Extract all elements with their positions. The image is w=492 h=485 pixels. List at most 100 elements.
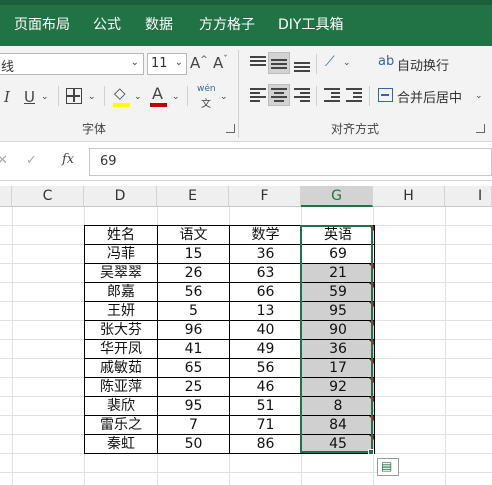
underline-dropdown-icon[interactable]: ⌄ [41, 92, 49, 102]
cell-chinese[interactable]: 50 [157, 434, 230, 454]
tab-formulas[interactable]: 公式 [93, 14, 121, 34]
cell-name[interactable]: 雷乐之 [84, 415, 158, 435]
merge-center-icon[interactable] [378, 88, 393, 102]
align-center-button[interactable] [268, 84, 290, 106]
align-top-icon[interactable] [250, 56, 266, 70]
cell-english[interactable]: 92 [301, 377, 375, 397]
column-header-g[interactable]: G [301, 186, 373, 207]
fill-handle[interactable] [368, 449, 374, 455]
cell-name[interactable]: 郎嘉 [84, 282, 158, 302]
column-header-i[interactable]: I [445, 186, 492, 207]
cell-chinese[interactable]: 5 [157, 301, 230, 321]
cell-english[interactable]: 21 [301, 263, 375, 283]
borders-icon[interactable] [66, 88, 82, 104]
orientation-icon[interactable]: ⟋ [325, 54, 335, 70]
cell-chinese[interactable]: 65 [157, 358, 230, 378]
cell-name[interactable]: 秦虹 [84, 434, 158, 454]
font-name-box[interactable]: 线 ⌄ [0, 53, 144, 75]
cell-name[interactable]: 裴欣 [84, 396, 158, 416]
increase-indent-icon[interactable] [346, 88, 362, 102]
cell-math[interactable]: 86 [229, 434, 302, 454]
cell-english[interactable]: 84 [301, 415, 375, 435]
column-header-c[interactable]: C [12, 186, 84, 207]
align-left-icon[interactable] [250, 88, 266, 102]
column-header-e[interactable]: E [157, 186, 229, 207]
tab-page-layout[interactable]: 页面布局 [14, 14, 70, 34]
cell-chinese[interactable]: 96 [157, 320, 230, 340]
enter-icon[interactable]: ✓ [26, 153, 37, 168]
cell-math[interactable]: 71 [229, 415, 302, 435]
cell-chinese[interactable]: 26 [157, 263, 230, 283]
cell-math[interactable]: 49 [229, 339, 302, 359]
cell-chinese[interactable]: 41 [157, 339, 230, 359]
cell-english[interactable]: 8 [301, 396, 375, 416]
alignment-dialog-launcher-icon[interactable] [476, 124, 485, 133]
align-middle-button[interactable] [268, 52, 290, 74]
cell-name[interactable]: 陈亚萍 [84, 377, 158, 397]
header-english[interactable]: 英语 [301, 225, 375, 245]
cell-english[interactable]: 59 [301, 282, 375, 302]
shrink-font-icon[interactable]: Aˇ [213, 54, 228, 72]
font-size-box[interactable]: 11 ⌄ [147, 53, 187, 75]
phonetic-icon[interactable]: wén [197, 84, 216, 94]
italic-button[interactable]: I [4, 88, 10, 106]
chevron-down-icon[interactable]: ⌄ [475, 91, 483, 101]
fill-color-icon[interactable]: ◇ [114, 84, 126, 102]
cell-name[interactable]: 张大芬 [84, 320, 158, 340]
cell-name[interactable]: 戚敏茹 [84, 358, 158, 378]
chevron-down-icon[interactable]: ⌄ [172, 92, 180, 102]
cell-math[interactable]: 66 [229, 282, 302, 302]
grow-font-icon[interactable]: A^ [190, 54, 208, 72]
cell-math[interactable]: 36 [229, 244, 302, 264]
cell-chinese[interactable]: 95 [157, 396, 230, 416]
cell-english[interactable]: 45 [301, 434, 375, 454]
font-dialog-launcher-icon[interactable] [226, 124, 235, 133]
formula-input[interactable]: 69 [89, 148, 492, 176]
cell-chinese[interactable]: 25 [157, 377, 230, 397]
cell-english[interactable]: 36 [301, 339, 375, 359]
chevron-down-icon[interactable]: ⌄ [131, 57, 139, 68]
header-name[interactable]: 姓名 [84, 225, 158, 245]
chevron-down-icon[interactable]: ⌄ [220, 92, 228, 102]
cell-math[interactable]: 46 [229, 377, 302, 397]
chevron-down-icon[interactable]: ⌄ [175, 57, 183, 68]
cell-name[interactable]: 吴翠翠 [84, 263, 158, 283]
insert-function-icon[interactable]: fx [62, 152, 74, 167]
cell-english-active[interactable]: 69 [301, 244, 375, 264]
chevron-down-icon[interactable]: ⌄ [134, 92, 142, 102]
cell-math[interactable]: 63 [229, 263, 302, 283]
cell-math[interactable]: 40 [229, 320, 302, 340]
tab-diy-toolbox[interactable]: DIY工具箱 [278, 14, 343, 34]
cell-chinese[interactable]: 56 [157, 282, 230, 302]
tab-data[interactable]: 数据 [145, 14, 173, 34]
quick-analysis-button[interactable]: ▤ [377, 458, 399, 476]
cell-math[interactable]: 13 [229, 301, 302, 321]
cell-math[interactable]: 51 [229, 396, 302, 416]
cell-name[interactable]: 王妍 [84, 301, 158, 321]
cell-chinese[interactable]: 15 [157, 244, 230, 264]
header-math[interactable]: 数学 [229, 225, 302, 245]
cell-english[interactable]: 95 [301, 301, 375, 321]
cell-english[interactable]: 90 [301, 320, 375, 340]
cell-english[interactable]: 17 [301, 358, 375, 378]
cancel-icon[interactable]: ✕ [0, 153, 8, 168]
cell-chinese[interactable]: 7 [157, 415, 230, 435]
cell-math[interactable]: 56 [229, 358, 302, 378]
column-header-d[interactable]: D [84, 186, 157, 207]
font-color-icon[interactable]: A [152, 84, 163, 103]
cell-name[interactable]: 华开凤 [84, 339, 158, 359]
column-header-h[interactable]: H [373, 186, 445, 207]
merge-center-button[interactable]: 合并后居中 [397, 87, 462, 106]
column-header-f[interactable]: F [229, 186, 301, 207]
align-bottom-icon[interactable] [294, 58, 310, 72]
underline-button[interactable]: U [24, 88, 35, 106]
wrap-text-icon[interactable]: ab [378, 54, 394, 69]
align-right-icon[interactable] [294, 88, 310, 102]
chevron-down-icon[interactable]: ⌄ [88, 92, 96, 102]
header-chinese[interactable]: 语文 [157, 225, 230, 245]
decrease-indent-icon[interactable] [324, 88, 340, 102]
cell-name[interactable]: 冯菲 [84, 244, 158, 264]
chevron-down-icon[interactable]: ⌄ [343, 58, 351, 68]
tab-fangfang-gezi[interactable]: 方方格子 [199, 14, 255, 34]
column-header-partial[interactable] [0, 186, 12, 207]
